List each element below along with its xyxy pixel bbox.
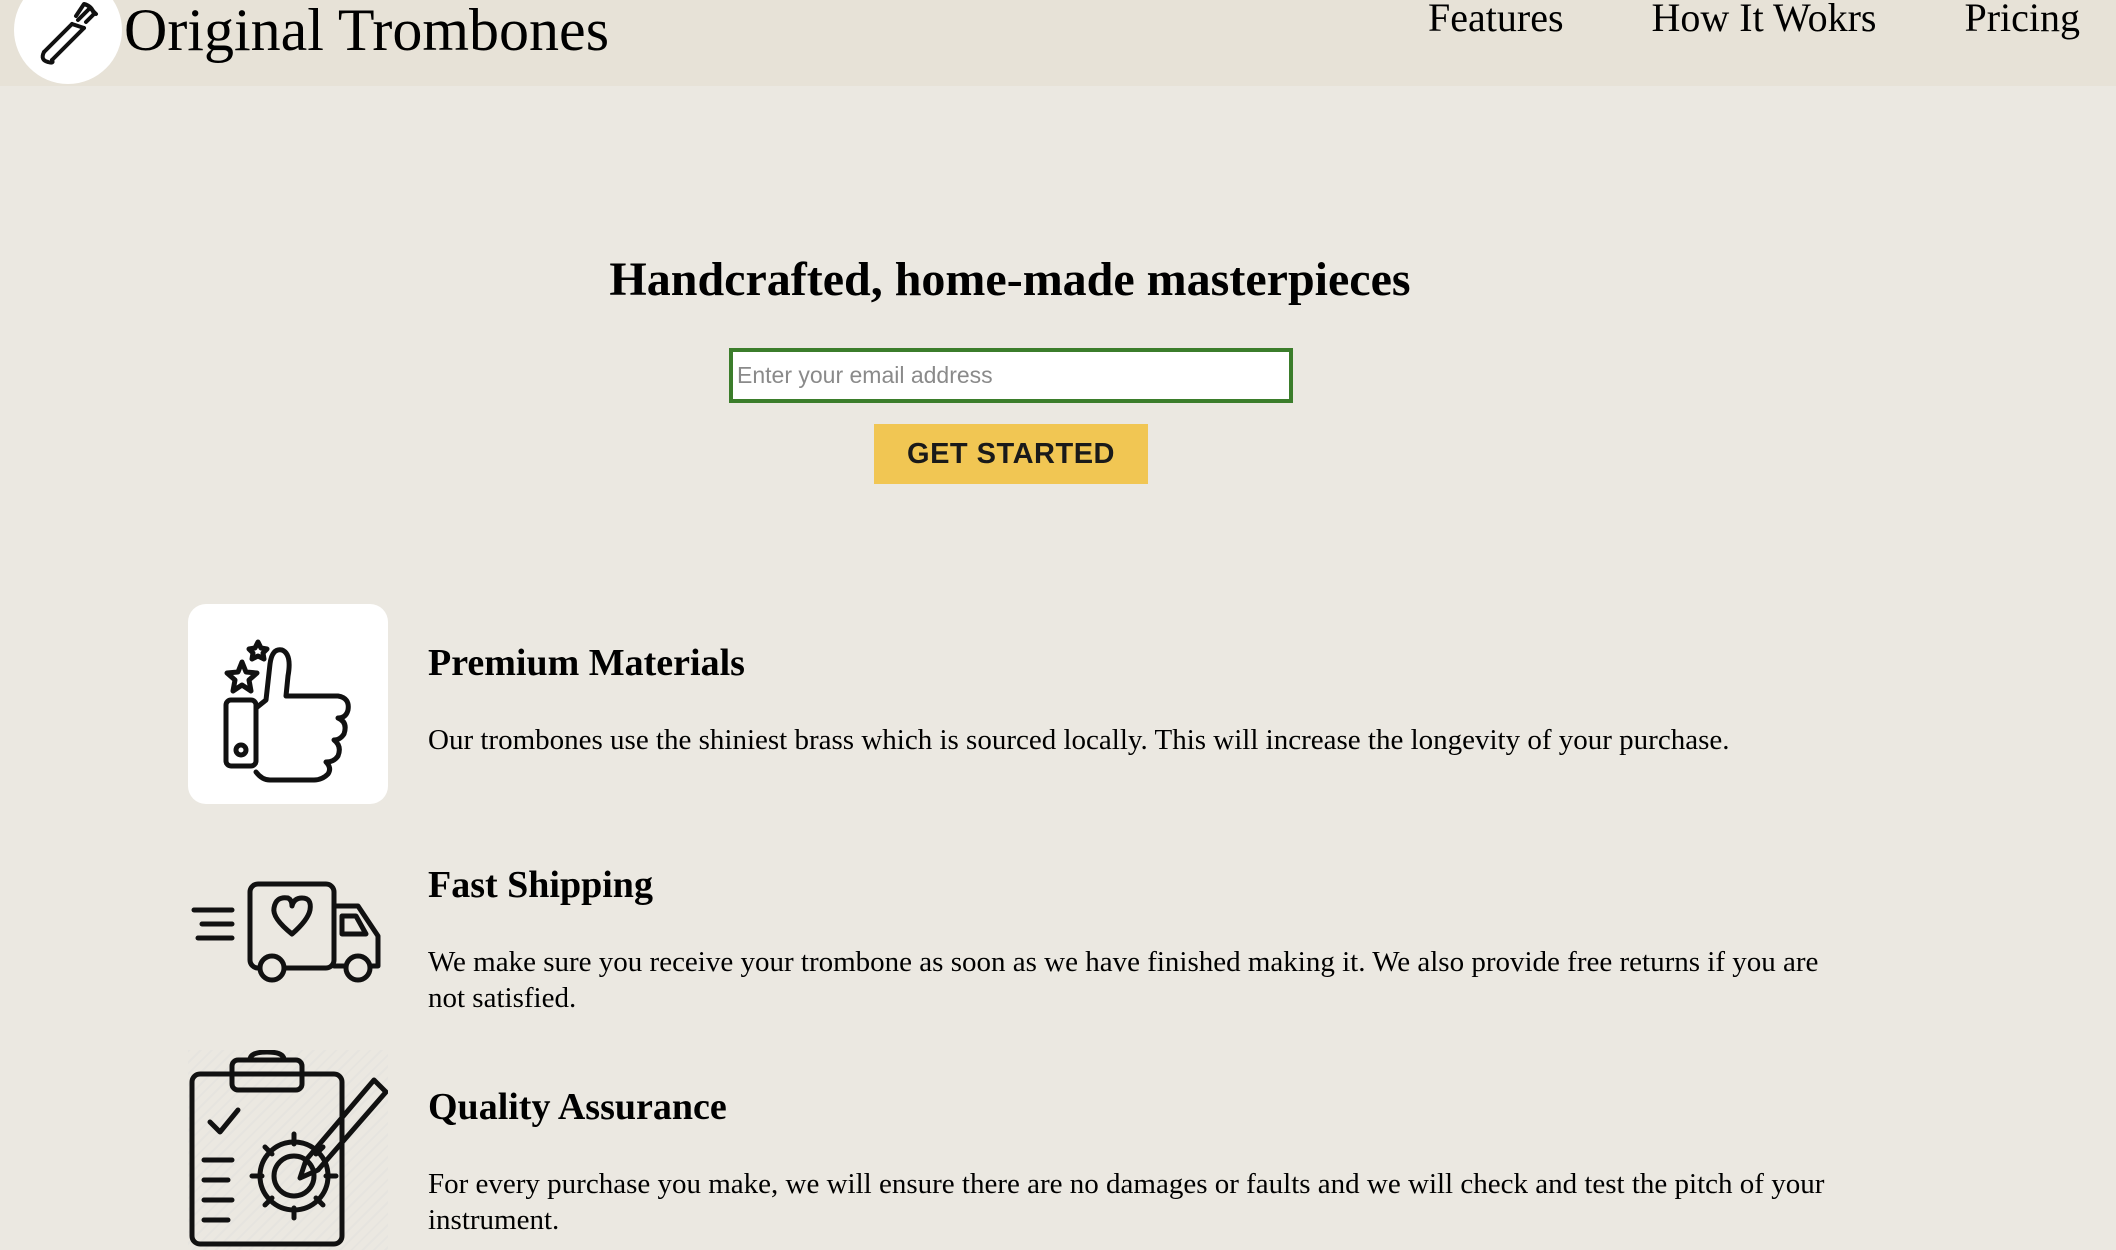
brand-name[interactable]: Original Trombones [124,0,609,66]
feature-title: Quality Assurance [428,1086,727,1128]
logo[interactable] [14,0,122,84]
feature-description: Our trombones use the shiniest brass whi… [428,724,1730,756]
email-input[interactable] [729,348,1293,403]
trombone-icon [32,0,104,75]
site-header: Original Trombones Features How It Wokrs… [0,0,2116,86]
quality-clipboard-icon [188,1050,388,1250]
feature-title: Premium Materials [428,642,745,684]
nav-how-it-works[interactable]: How It Wokrs [1652,0,1877,44]
feature-description: We make sure you receive your trombone a… [428,946,1819,1014]
delivery-truck-icon [188,826,388,1026]
get-started-button[interactable]: GET STARTED [874,424,1148,484]
nav-features[interactable]: Features [1428,0,1564,44]
hero-title: Handcrafted, home-made masterpieces [609,253,1411,306]
thumbs-up-icon [188,604,388,804]
feature-description: For every purchase you make, we will ens… [428,1168,1825,1236]
main-nav: Features How It Wokrs Pricing [1340,0,2080,44]
nav-pricing[interactable]: Pricing [1964,0,2080,44]
feature-title: Fast Shipping [428,864,653,906]
